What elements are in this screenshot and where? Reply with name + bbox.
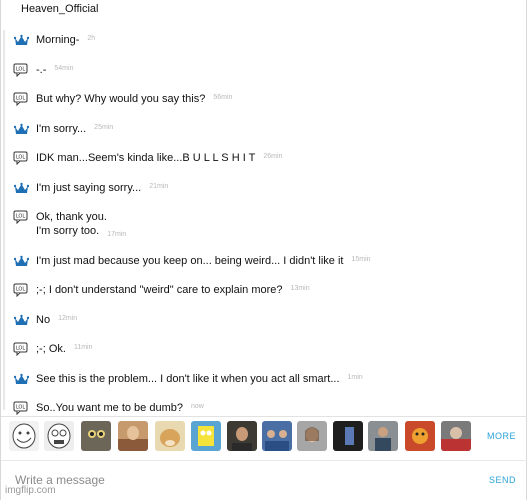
cartoon-emote[interactable] <box>405 421 435 451</box>
message-time: 54min <box>54 65 74 72</box>
message-text: -.- <box>36 64 47 76</box>
watermark: imgflip.com <box>5 485 56 496</box>
chat-title: Heaven_Official <box>21 3 99 15</box>
svg-text:LOL: LOL <box>16 405 26 411</box>
message-text: I'm just mad because you keep on... bein… <box>36 255 344 267</box>
send-button[interactable]: SEND <box>489 475 516 485</box>
troll-face-emote[interactable] <box>9 421 39 451</box>
svg-text:LOL: LOL <box>16 287 26 293</box>
lol-bubble-icon: LOL <box>13 92 29 106</box>
message-time: 56min <box>213 94 233 101</box>
message-time: 1min <box>347 374 363 381</box>
message-row: LOL IDK man...Seem's kinda like...B U L … <box>13 151 282 165</box>
message-time: 25min <box>94 124 114 131</box>
message-text: No <box>36 314 51 326</box>
message-text: I'm sorry... <box>36 123 87 135</box>
message-time: 21min <box>149 183 169 190</box>
dark-figure-emote[interactable] <box>333 421 363 451</box>
composer: Write a message SEND <box>1 460 527 500</box>
message-row: LOL So..You want me to be dumb? now <box>13 401 204 415</box>
message-text: ;-; Ok. <box>36 343 66 355</box>
message-text: Ok, thank you. I'm sorry too. 17min <box>36 210 126 240</box>
more-emotes-button[interactable]: MORE <box>487 431 516 441</box>
message-text: ;-; I don't understand "weird" care to e… <box>36 284 283 296</box>
crown-icon <box>13 181 29 195</box>
chat-window: Heaven_Official Morning- 2h LOL -.- 54mi… <box>0 0 527 500</box>
message-row: LOL But why? Why would you say this? 56m… <box>13 92 232 106</box>
message-row: I'm just saying sorry... 21min <box>13 181 168 195</box>
message-time: 2h <box>87 35 96 42</box>
lol-bubble-icon: LOL <box>13 210 29 224</box>
message-row: I'm just mad because you keep on... bein… <box>13 254 371 268</box>
crown-icon <box>13 313 29 327</box>
svg-text:LOL: LOL <box>16 96 26 102</box>
svg-text:LOL: LOL <box>16 214 26 220</box>
message-row: LOL Ok, thank you. I'm sorry too. 17min <box>13 210 126 240</box>
red-fire-emote[interactable] <box>441 421 471 451</box>
crown-icon <box>13 372 29 386</box>
message-row: LOL ;-; Ok. 11min <box>13 342 93 356</box>
message-row: See this is the problem... I don't like … <box>13 372 363 386</box>
message-time: 12min <box>58 315 78 322</box>
crown-icon <box>13 122 29 136</box>
doge-emote[interactable] <box>155 421 185 451</box>
man-seated-emote[interactable] <box>368 421 398 451</box>
rage-face-emote[interactable] <box>44 421 74 451</box>
message-text: So..You want me to be dumb? <box>36 402 183 414</box>
svg-text:LOL: LOL <box>16 346 26 352</box>
message-text: I'm just saying sorry... <box>36 182 142 194</box>
girl-portrait-emote[interactable] <box>297 421 327 451</box>
message-time: 15min <box>351 256 371 263</box>
message-text: See this is the problem... I don't like … <box>36 373 340 385</box>
owl-emote[interactable] <box>81 421 111 451</box>
message-time: 17min <box>107 231 127 238</box>
crown-icon <box>13 254 29 268</box>
lol-bubble-icon: LOL <box>13 151 29 165</box>
message-text: IDK man...Seem's kinda like...B U L L S … <box>36 152 256 164</box>
message-row: No 12min <box>13 313 77 327</box>
lol-bubble-icon: LOL <box>13 283 29 297</box>
message-time: 26min <box>263 153 283 160</box>
message-list: Morning- 2h LOL -.- 54min LOL But why? W… <box>1 24 527 416</box>
message-text: But why? Why would you say this? <box>36 93 206 105</box>
message-time: 13min <box>290 285 310 292</box>
lol-bubble-icon: LOL <box>13 342 29 356</box>
team-photo-emote[interactable] <box>262 421 292 451</box>
message-row: LOL ;-; I don't understand "weird" care … <box>13 283 310 297</box>
svg-text:LOL: LOL <box>16 155 26 161</box>
message-row: I'm sorry... 25min <box>13 122 113 136</box>
spongebob-emote[interactable] <box>191 421 221 451</box>
message-row: Morning- 2h <box>13 33 95 47</box>
message-row: LOL -.- 54min <box>13 63 73 77</box>
lol-bubble-icon: LOL <box>13 63 29 77</box>
man-portrait-emote[interactable] <box>227 421 257 451</box>
message-time: now <box>190 403 204 410</box>
message-line: Ok, thank you. <box>36 211 107 223</box>
message-line: I'm sorry too. <box>36 225 100 237</box>
message-time: 11min <box>73 344 93 351</box>
crown-icon <box>13 33 29 47</box>
jesus-emote[interactable] <box>118 421 148 451</box>
message-text: Morning- <box>36 34 80 46</box>
svg-text:LOL: LOL <box>16 67 26 73</box>
emote-tray: MORE <box>1 416 527 456</box>
lol-bubble-icon: LOL <box>13 401 29 415</box>
